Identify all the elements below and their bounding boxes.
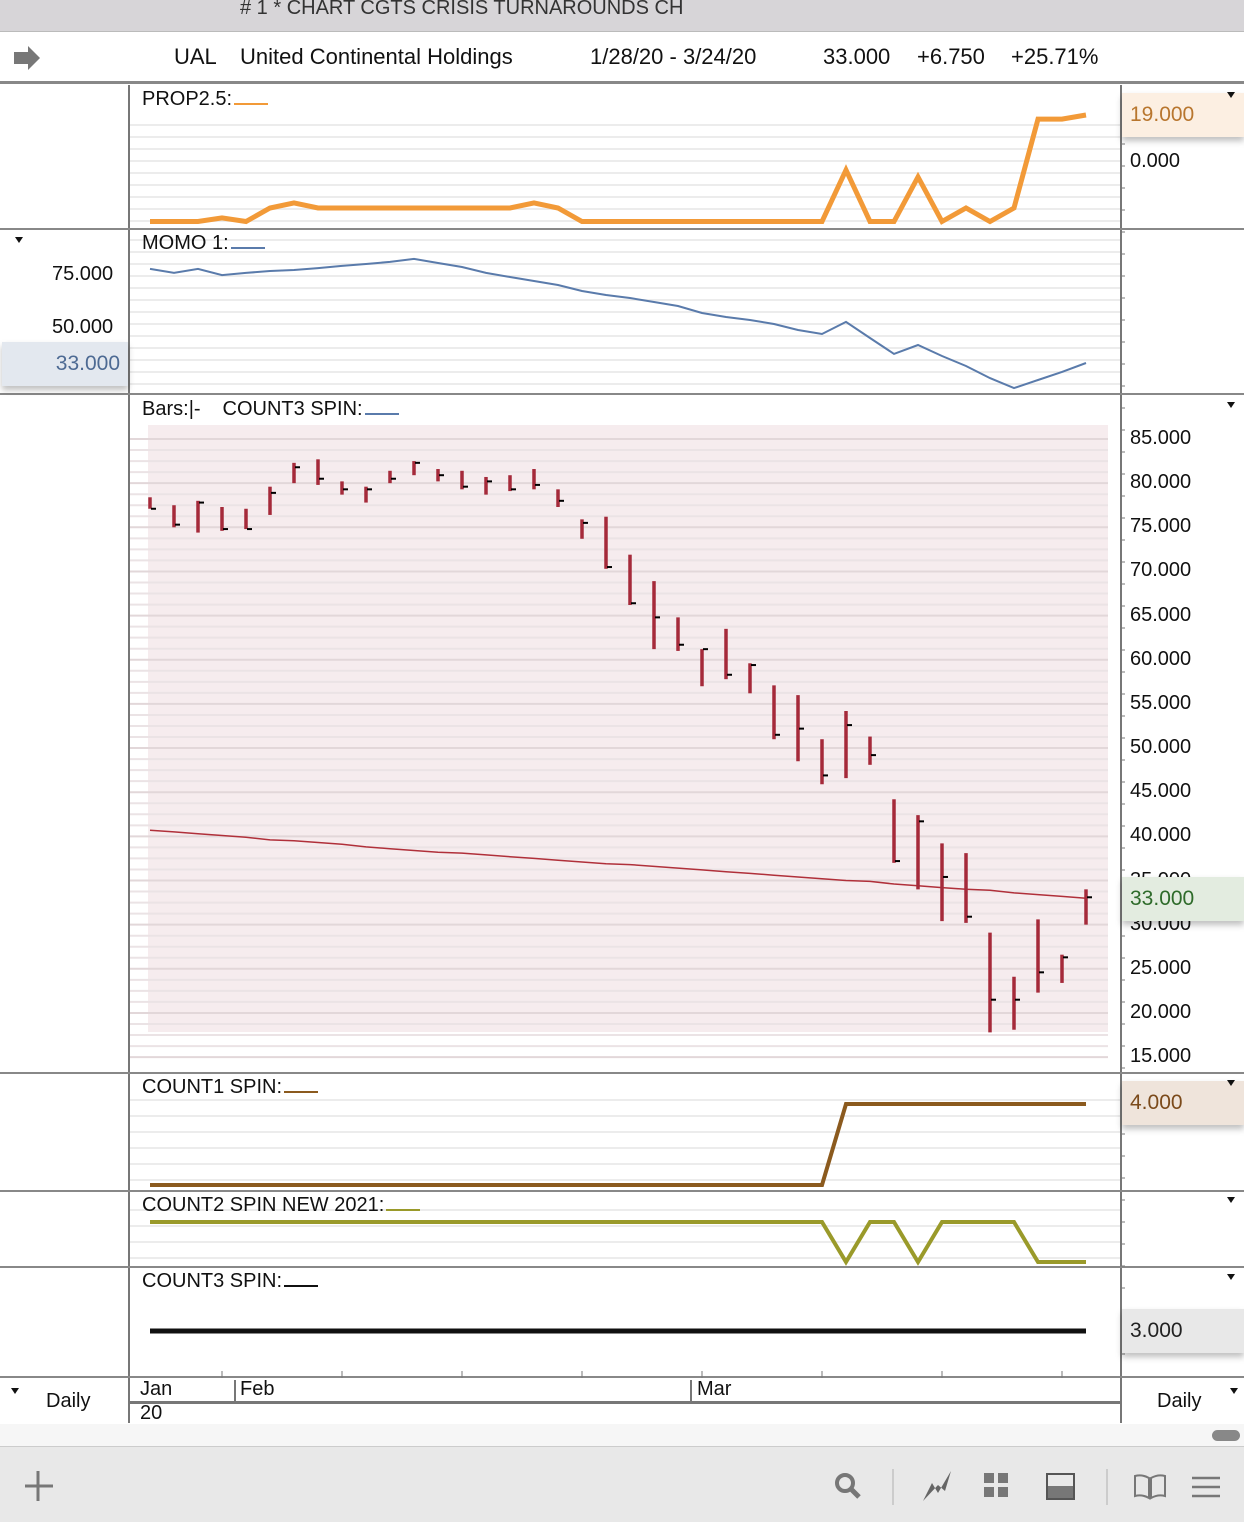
horizontal-scrollbar[interactable]	[0, 1424, 1244, 1446]
count3-color-swatch	[364, 413, 399, 415]
count3-last-value-badge: 3.000	[1122, 1309, 1244, 1353]
bars-style: |-	[188, 398, 201, 420]
month-divider	[234, 1380, 236, 1402]
price-axis-tick: 45.000	[1130, 780, 1192, 803]
price-axis-tick: 85.000	[1130, 427, 1192, 449]
momo-axis-tick: 75.000	[52, 263, 114, 285]
count2-color-swatch	[386, 1209, 421, 1211]
period-left[interactable]: Daily	[46, 1390, 90, 1413]
bottom-toolbar	[0, 1446, 1244, 1522]
price-axis-tick: 70.000	[1130, 559, 1192, 582]
book-icon[interactable]	[1133, 1473, 1167, 1501]
momo-last-value-badge: 33.000	[2, 342, 128, 386]
period-dropdown-right-icon[interactable]	[1230, 1388, 1238, 1394]
count3-color-swatch	[284, 1285, 319, 1287]
chart-canvas	[130, 99, 1125, 1378]
year-label: 20	[140, 1402, 163, 1424]
menu-icon[interactable]	[1192, 1475, 1222, 1499]
chart-line-icon[interactable]	[920, 1469, 954, 1503]
bars-label: Bars:	[142, 398, 189, 420]
count3-overlay-label: COUNT3 SPIN:	[222, 398, 363, 420]
prop-color-swatch	[234, 103, 269, 105]
count1-panel-label[interactable]: COUNT1 SPIN:	[142, 1076, 319, 1099]
count1-label: COUNT1 SPIN:	[142, 1076, 283, 1098]
momo-axis-tick: 50.000	[52, 316, 114, 338]
count3-panel-label[interactable]: COUNT3 SPIN:	[142, 1270, 319, 1293]
momo-color-swatch	[230, 247, 265, 249]
moving-average-line	[149, 829, 1087, 899]
dropdown-triangle-icon[interactable]	[15, 237, 23, 243]
momo-label: MOMO 1:	[142, 232, 229, 254]
price-axis-tick: 65.000	[1130, 603, 1192, 626]
momo-panel-label[interactable]: MOMO 1:	[142, 232, 265, 255]
month-label-mar: Mar	[697, 1378, 732, 1400]
add-icon[interactable]	[22, 1469, 56, 1503]
dropdown-triangle-icon[interactable]	[1227, 402, 1235, 408]
search-icon[interactable]	[833, 1471, 863, 1501]
price-panel-label[interactable]: Bars:|- COUNT3 SPIN:	[142, 398, 399, 421]
dropdown-triangle-icon[interactable]	[1227, 1197, 1235, 1203]
prop-line	[150, 112, 1087, 225]
period-right[interactable]: Daily	[1157, 1390, 1201, 1413]
dropdown-triangle-icon[interactable]	[1227, 1080, 1235, 1086]
price-last-value-badge: 33.000	[1122, 877, 1244, 921]
dropdown-triangle-icon[interactable]	[1227, 92, 1235, 98]
dropdown-triangle-icon[interactable]	[1227, 1274, 1235, 1280]
prop-axis-tick: 0.000	[1130, 150, 1181, 172]
price-axis-tick: 40.000	[1130, 824, 1192, 847]
count1-color-swatch	[284, 1091, 319, 1093]
price-axis-tick: 75.000	[1130, 515, 1192, 538]
price-axis-tick: 60.000	[1130, 647, 1192, 670]
price-axis-tick: 20.000	[1130, 1000, 1192, 1023]
count2-panel-label[interactable]: COUNT2 SPIN NEW 2021:	[142, 1194, 421, 1217]
toolbar-separator	[1106, 1469, 1108, 1505]
price-axis-tick: 15.000	[1130, 1045, 1192, 1068]
month-label-jan: Jan	[140, 1378, 173, 1400]
prop-last-value-badge: 19.000	[1122, 93, 1244, 137]
month-label-feb: Feb	[240, 1378, 275, 1400]
count1-last-value-badge: 4.000	[1122, 1081, 1244, 1125]
price-axis-tick: 25.000	[1130, 956, 1192, 979]
prop-panel-label[interactable]: PROP2.5:	[142, 88, 269, 111]
period-dropdown-left-icon[interactable]	[11, 1388, 19, 1394]
price-axis-tick: 55.000	[1130, 691, 1192, 714]
grid-layout-icon[interactable]	[984, 1473, 1010, 1499]
panel-layout-icon[interactable]	[1046, 1473, 1076, 1501]
price-axis-tick: 80.000	[1130, 471, 1192, 494]
count2-label: COUNT2 SPIN NEW 2021:	[142, 1194, 385, 1216]
count3-label: COUNT3 SPIN:	[142, 1270, 283, 1292]
toolbar-separator	[892, 1469, 894, 1505]
month-divider	[690, 1380, 692, 1402]
scrollbar-thumb[interactable]	[1212, 1430, 1240, 1441]
prop-label: PROP2.5:	[142, 88, 233, 110]
price-axis-tick: 50.000	[1130, 736, 1192, 759]
